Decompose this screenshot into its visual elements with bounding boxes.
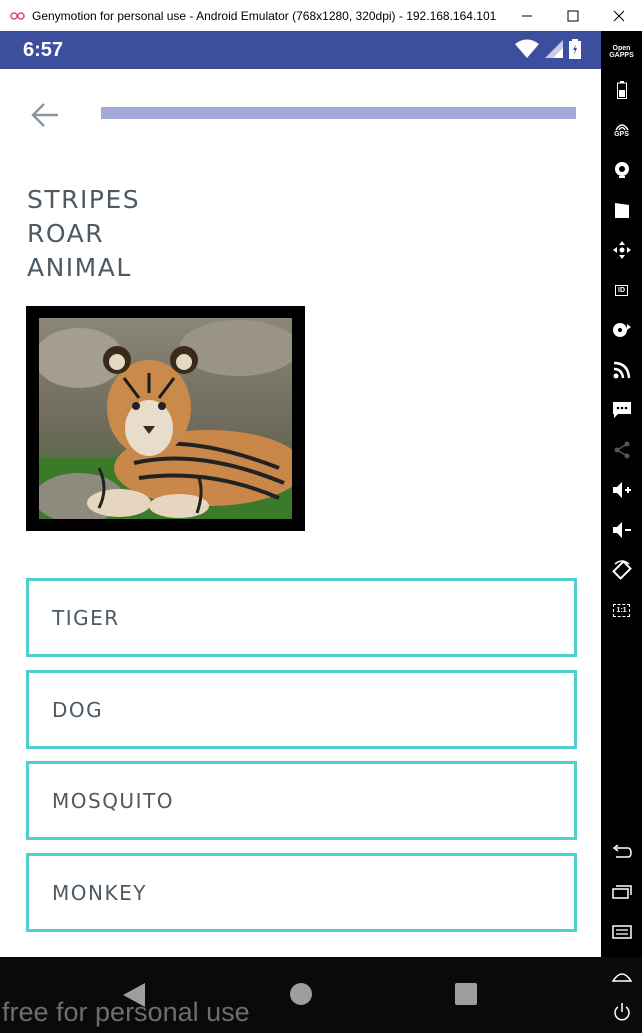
battery-icon [569,39,581,59]
clue-word: STRIPES [27,185,141,214]
rotate-button[interactable] [601,555,642,585]
answer-option-tiger[interactable]: TIGER [26,578,577,657]
answer-option-label: DOG [52,697,104,722]
battery-button[interactable] [601,75,642,105]
battery-icon [616,81,627,99]
network-icon [613,361,630,379]
dpad-button[interactable] [601,235,642,265]
sms-icon [612,402,631,418]
back-icon [612,845,632,858]
clue-list: STRIPES ROAR ANIMAL [27,183,140,285]
arrow-left-icon [31,103,58,127]
android-screen: 6:57 STRIPES ROAR ANIMAL TIGER DOG MOSQU… [0,31,601,957]
camera-button[interactable] [601,155,642,185]
home-button[interactable] [601,961,642,991]
signal-icon [545,40,563,58]
close-icon [613,10,625,21]
gps-button[interactable]: GPS [601,115,642,145]
answer-option-mosquito[interactable]: MOSQUITO [26,761,577,840]
dpad-icon [612,241,631,259]
answer-option-label: MOSQUITO [52,788,174,813]
share-icon [614,441,629,459]
minimize-button[interactable] [504,0,550,31]
answer-option-monkey[interactable]: MONKEY [26,853,577,932]
media-button[interactable] [601,315,642,345]
minimize-icon [522,15,532,16]
volume-down-button[interactable] [601,515,642,545]
window-title: Genymotion for personal use - Android Em… [32,8,497,23]
maximize-icon [567,10,579,21]
maximize-button[interactable] [550,0,596,31]
media-icon [612,323,631,337]
volume-up-button[interactable] [601,475,642,505]
gps-label: GPS [614,130,629,138]
tiger-cub-photo [39,318,292,519]
status-bar: 6:57 [0,31,601,69]
network-button[interactable] [601,355,642,385]
emulator-toolbar: Open GAPPS GPS ID 1:1 [601,31,642,957]
recent-apps-icon [611,885,632,899]
nav-home-icon[interactable] [289,982,313,1006]
progress-fill [101,107,576,119]
device-id-button[interactable]: ID [601,275,642,305]
opengapps-icon: Open GAPPS [609,45,634,59]
close-button[interactable] [596,0,642,31]
watermark-text: free for personal use [2,997,250,1027]
share-button[interactable] [601,435,642,465]
volume-up-icon [612,482,631,498]
clue-word: ANIMAL [27,253,132,282]
power-button[interactable] [601,997,642,1027]
answer-option-dog[interactable]: DOG [26,670,577,749]
device-id-icon: ID [615,284,628,296]
back-button[interactable] [28,98,62,132]
animal-image [26,306,305,531]
progress-bar [101,107,576,119]
wifi-icon [515,39,539,58]
camera-icon [614,162,629,178]
android-back-button[interactable] [601,837,642,867]
pixel-perfect-icon: 1:1 [613,603,630,617]
genymotion-logo-icon [10,11,30,21]
nav-recents-icon[interactable] [454,982,478,1006]
capture-icon [614,203,629,218]
opengapps-button[interactable]: Open GAPPS [601,37,642,67]
pixel-perfect-button[interactable]: 1:1 [601,595,642,625]
power-icon [613,1003,630,1021]
menu-button[interactable] [601,917,642,947]
answer-option-label: TIGER [52,605,120,630]
gps-icon [614,123,629,130]
recent-apps-button[interactable] [601,877,642,907]
answer-option-label: MONKEY [52,880,147,905]
clue-word: ROAR [27,219,105,248]
rotate-icon [611,560,632,580]
status-time: 6:57 [23,38,64,61]
menu-icon [611,925,632,939]
window-title-bar: Genymotion for personal use - Android Em… [0,0,642,31]
capture-button[interactable] [601,195,642,225]
volume-down-icon [612,522,631,538]
sms-button[interactable] [601,395,642,425]
home-icon [611,973,632,982]
